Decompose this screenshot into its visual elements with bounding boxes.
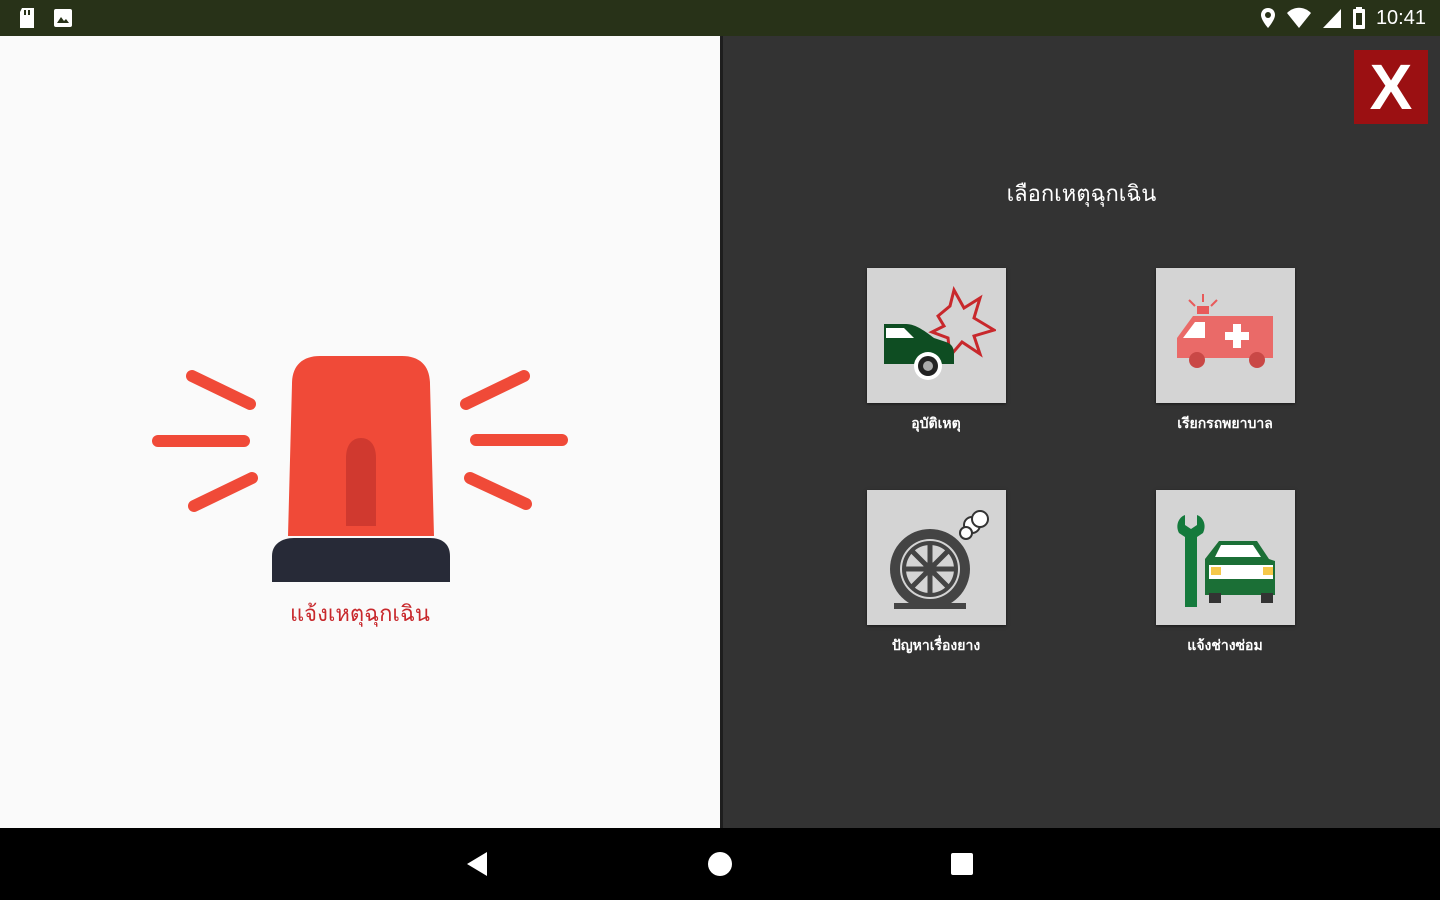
signal-icon: [1322, 9, 1341, 28]
nav-recents-button[interactable]: [942, 846, 982, 882]
tile-repair[interactable]: แจ้งช่างซ่อม: [1135, 490, 1315, 657]
report-emergency-button[interactable]: [140, 326, 580, 636]
tile-tire[interactable]: ปัญหาเรื่องยาง: [846, 490, 1026, 657]
tile-ambulance-box: [1155, 268, 1295, 403]
siren-icon: [152, 356, 568, 582]
tile-accident[interactable]: อุบัติเหตุ: [846, 268, 1026, 435]
sd-card-icon: [20, 8, 34, 28]
right-panel: X เลือกเหตุฉุกเฉิน อุบัติเหตุ เรียกรถพยา…: [723, 36, 1440, 828]
tire-icon: [890, 509, 989, 609]
close-icon: X: [1369, 51, 1413, 123]
status-time: 10:41: [1375, 6, 1426, 29]
photo-icon: [54, 9, 72, 27]
left-panel: แจ้งเหตุฉุกเฉิน: [0, 36, 720, 828]
battery-icon: [1352, 7, 1365, 29]
siren-label: แจ้งเหตุฉุกเฉิน: [290, 601, 430, 626]
location-icon: [1260, 8, 1275, 28]
wifi-icon: [1286, 7, 1311, 28]
back-icon: [467, 852, 487, 876]
repair-car-icon: [1177, 514, 1275, 607]
close-button[interactable]: X: [1354, 50, 1428, 124]
tile-repair-label: แจ้งช่างซ่อม: [1187, 637, 1263, 653]
nav-home-button[interactable]: [700, 846, 740, 882]
tile-accident-box: [866, 268, 1006, 403]
tile-tire-label: ปัญหาเรื่องยาง: [891, 637, 981, 653]
tile-accident-label: อุบัติเหตุ: [911, 415, 961, 431]
tile-repair-box: [1155, 490, 1295, 625]
nav-bar: [0, 828, 1440, 900]
ambulance-icon: [1177, 293, 1273, 368]
panel-title: เลือกเหตุฉุกเฉิน: [1006, 181, 1157, 206]
tile-tire-box: [866, 490, 1006, 625]
recents-icon: [951, 853, 973, 875]
tile-ambulance[interactable]: เรียกรถพยาบาล: [1135, 268, 1315, 435]
home-icon: [708, 852, 732, 876]
car-crash-icon: [884, 285, 996, 380]
status-bar: 10:41: [0, 0, 1440, 36]
nav-back-button[interactable]: [458, 846, 498, 882]
tile-ambulance-label: เรียกรถพยาบาล: [1177, 415, 1273, 431]
